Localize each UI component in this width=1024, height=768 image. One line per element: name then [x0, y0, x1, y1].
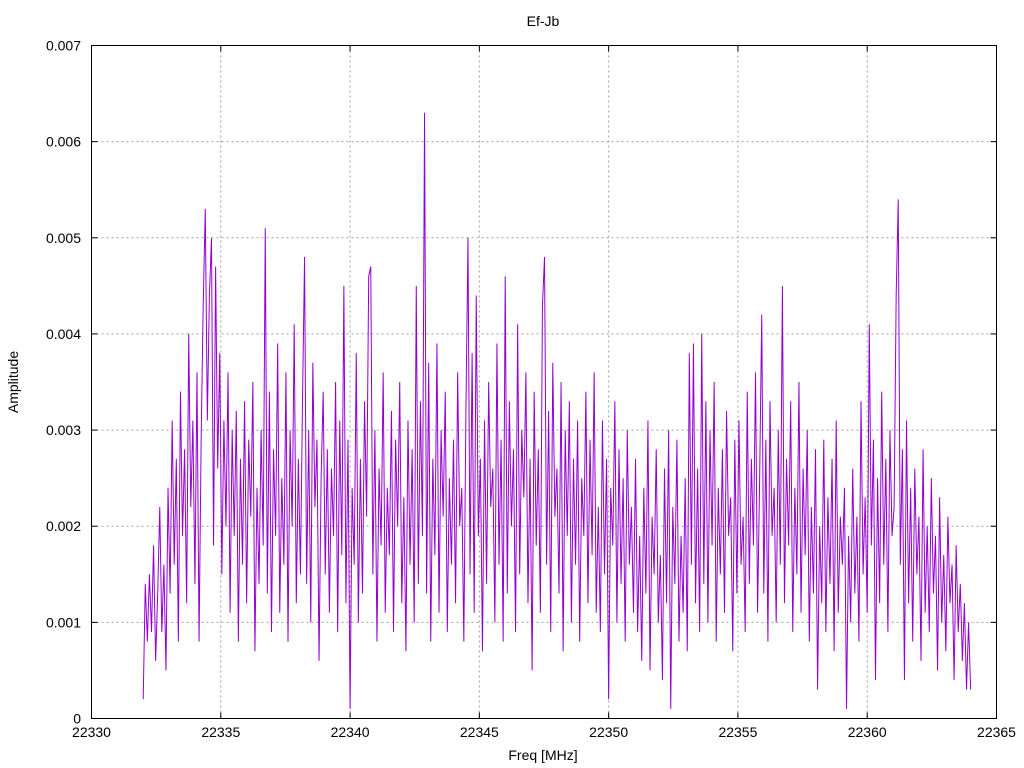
y-tick-label: 0.007 [46, 38, 81, 54]
y-tick-label: 0 [73, 711, 81, 727]
y-tick-label: 0.002 [46, 518, 81, 534]
series [142, 112, 972, 709]
y-tick-label: 0.006 [46, 134, 81, 150]
x-tick-label: 22355 [718, 724, 757, 740]
y-tick-label: 0.005 [46, 230, 81, 246]
x-tick-label: 22350 [589, 724, 628, 740]
plot-border [91, 45, 997, 719]
x-axis-label: Freq [MHz] [508, 747, 577, 763]
x-tick-label: 22365 [977, 724, 1016, 740]
chart: 22330 22335 22340 22345 22350 22355 22360 22365… [5, 13, 1016, 763]
x-tick-label: 22335 [201, 724, 240, 740]
x-tick-label: 22340 [331, 724, 370, 740]
series-line [142, 112, 972, 709]
y-axis-label: Amplitude [5, 351, 21, 413]
grid [91, 45, 997, 719]
y-tick-label: 0.004 [46, 326, 81, 342]
chart-title: Ef-Jb [527, 13, 560, 29]
y-tick-label: 0.003 [46, 422, 81, 438]
x-tick-label: 22345 [460, 724, 499, 740]
ticks: 22330 22335 22340 22345 22350 22355 22360 22365… [46, 38, 1016, 741]
x-tick-label: 22360 [848, 724, 887, 740]
y-tick-label: 0.001 [46, 614, 81, 630]
